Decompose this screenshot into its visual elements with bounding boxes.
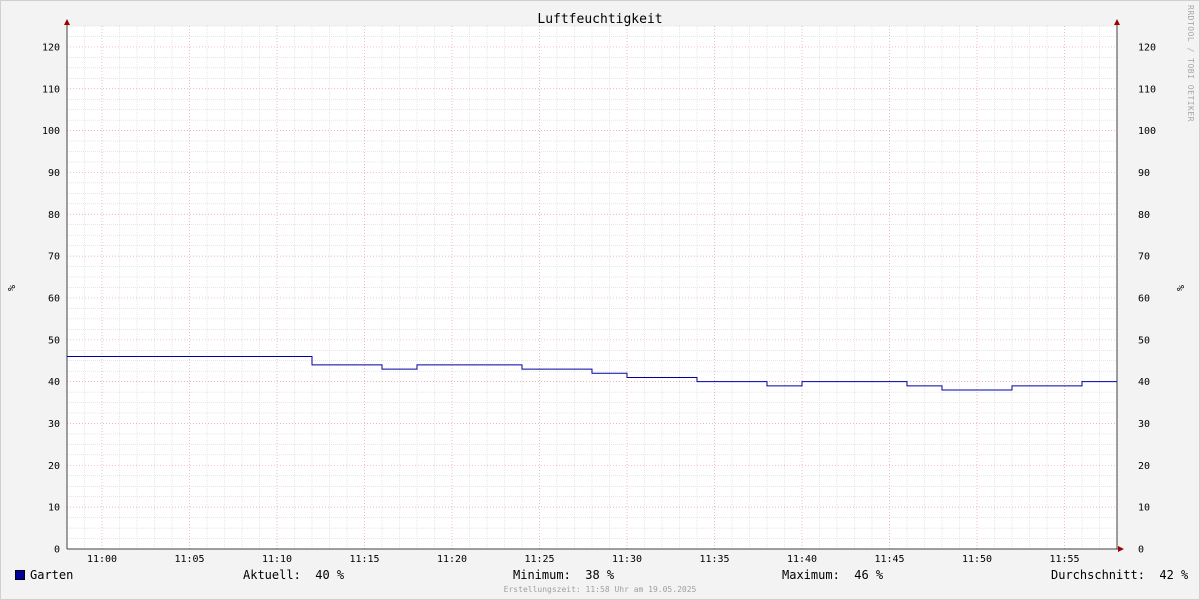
y-tick-label-left: 110 (42, 84, 60, 95)
y-tick-label-left: 20 (48, 461, 60, 472)
y-tick-label-right: 80 (1138, 210, 1150, 221)
y-axis-left-arrow (64, 19, 70, 25)
y-axis-right-arrow (1114, 19, 1120, 25)
legend-series-name: Garten (30, 568, 74, 582)
x-tick-label: 11:00 (87, 554, 117, 565)
y-axis-label-right: % (1174, 285, 1185, 291)
legend-current: Aktuell: 40 % (243, 568, 345, 582)
x-axis-arrow (1118, 546, 1124, 552)
y-axis-label-left: % (5, 285, 16, 291)
x-tick-label: 11:15 (349, 554, 379, 565)
y-tick-label-left: 80 (48, 210, 60, 221)
rrdtool-watermark: RRDTOOL / TOBI OETIKER (1186, 5, 1195, 122)
footer-timestamp: Erstellungszeit: 11:58 Uhr am 19.05.2025 (503, 585, 697, 594)
legend-maximum: Maximum: 46 % (782, 568, 884, 582)
x-tick-label: 11:55 (1049, 554, 1079, 565)
y-tick-label-left: 120 (42, 42, 60, 53)
y-tick-label-right: 120 (1138, 42, 1156, 53)
y-tick-label-left: 60 (48, 293, 60, 304)
y-tick-label-right: 10 (1138, 503, 1150, 514)
legend-average: Durchschnitt: 42 % (1051, 568, 1189, 582)
y-tick-label-right: 60 (1138, 293, 1150, 304)
y-tick-label-right: 30 (1138, 419, 1150, 430)
y-tick-label-right: 110 (1138, 84, 1156, 95)
y-tick-label-left: 40 (48, 377, 60, 388)
chart: 0 10 20 30 40 50 60 70 80 90 100 110 120 0 10 20 30 40 50… (5, 5, 1195, 565)
x-tick-label: 11:05 (174, 554, 204, 565)
legend-minimum: Minimum: 38 % (513, 568, 615, 582)
y-tick-label-left: 10 (48, 503, 60, 514)
y-tick-label-right: 90 (1138, 168, 1150, 179)
x-tick-label: 11:50 (962, 554, 992, 565)
y-tick-label-right: 70 (1138, 252, 1150, 263)
legend-swatch (15, 570, 25, 580)
y-tick-label-left: 100 (42, 126, 60, 137)
y-tick-label-left: 0 (54, 545, 60, 556)
y-tick-label-left: 90 (48, 168, 60, 179)
x-tick-label: 11:40 (787, 554, 817, 565)
x-tick-label: 11:10 (262, 554, 292, 565)
y-tick-label-right: 40 (1138, 377, 1150, 388)
x-tick-label: 11:35 (699, 554, 729, 565)
x-tick-label: 11:45 (874, 554, 904, 565)
x-tick-label: 11:20 (437, 554, 467, 565)
chart-title: Luftfeuchtigkeit (537, 12, 662, 27)
x-tick-label: 11:30 (612, 554, 642, 565)
y-tick-label-left: 50 (48, 335, 60, 346)
y-tick-label-right: 0 (1138, 545, 1144, 556)
y-tick-label-left: 30 (48, 419, 60, 430)
y-axis-left-ticks: 0 10 20 30 40 50 60 70 80 90 100 110 120 (42, 42, 60, 555)
y-tick-label-left: 70 (48, 252, 60, 263)
y-tick-label-right: 100 (1138, 126, 1156, 137)
y-axis-right-ticks: 0 10 20 30 40 50 60 70 80 90 100 110 120 (1138, 42, 1156, 555)
y-tick-label-right: 20 (1138, 461, 1150, 472)
x-axis-ticks: 11:00 11:05 11:10 11:15 11:20 11:25 11:30 11:35… (87, 554, 1080, 565)
y-tick-label-right: 50 (1138, 335, 1150, 346)
x-tick-label: 11:25 (524, 554, 554, 565)
